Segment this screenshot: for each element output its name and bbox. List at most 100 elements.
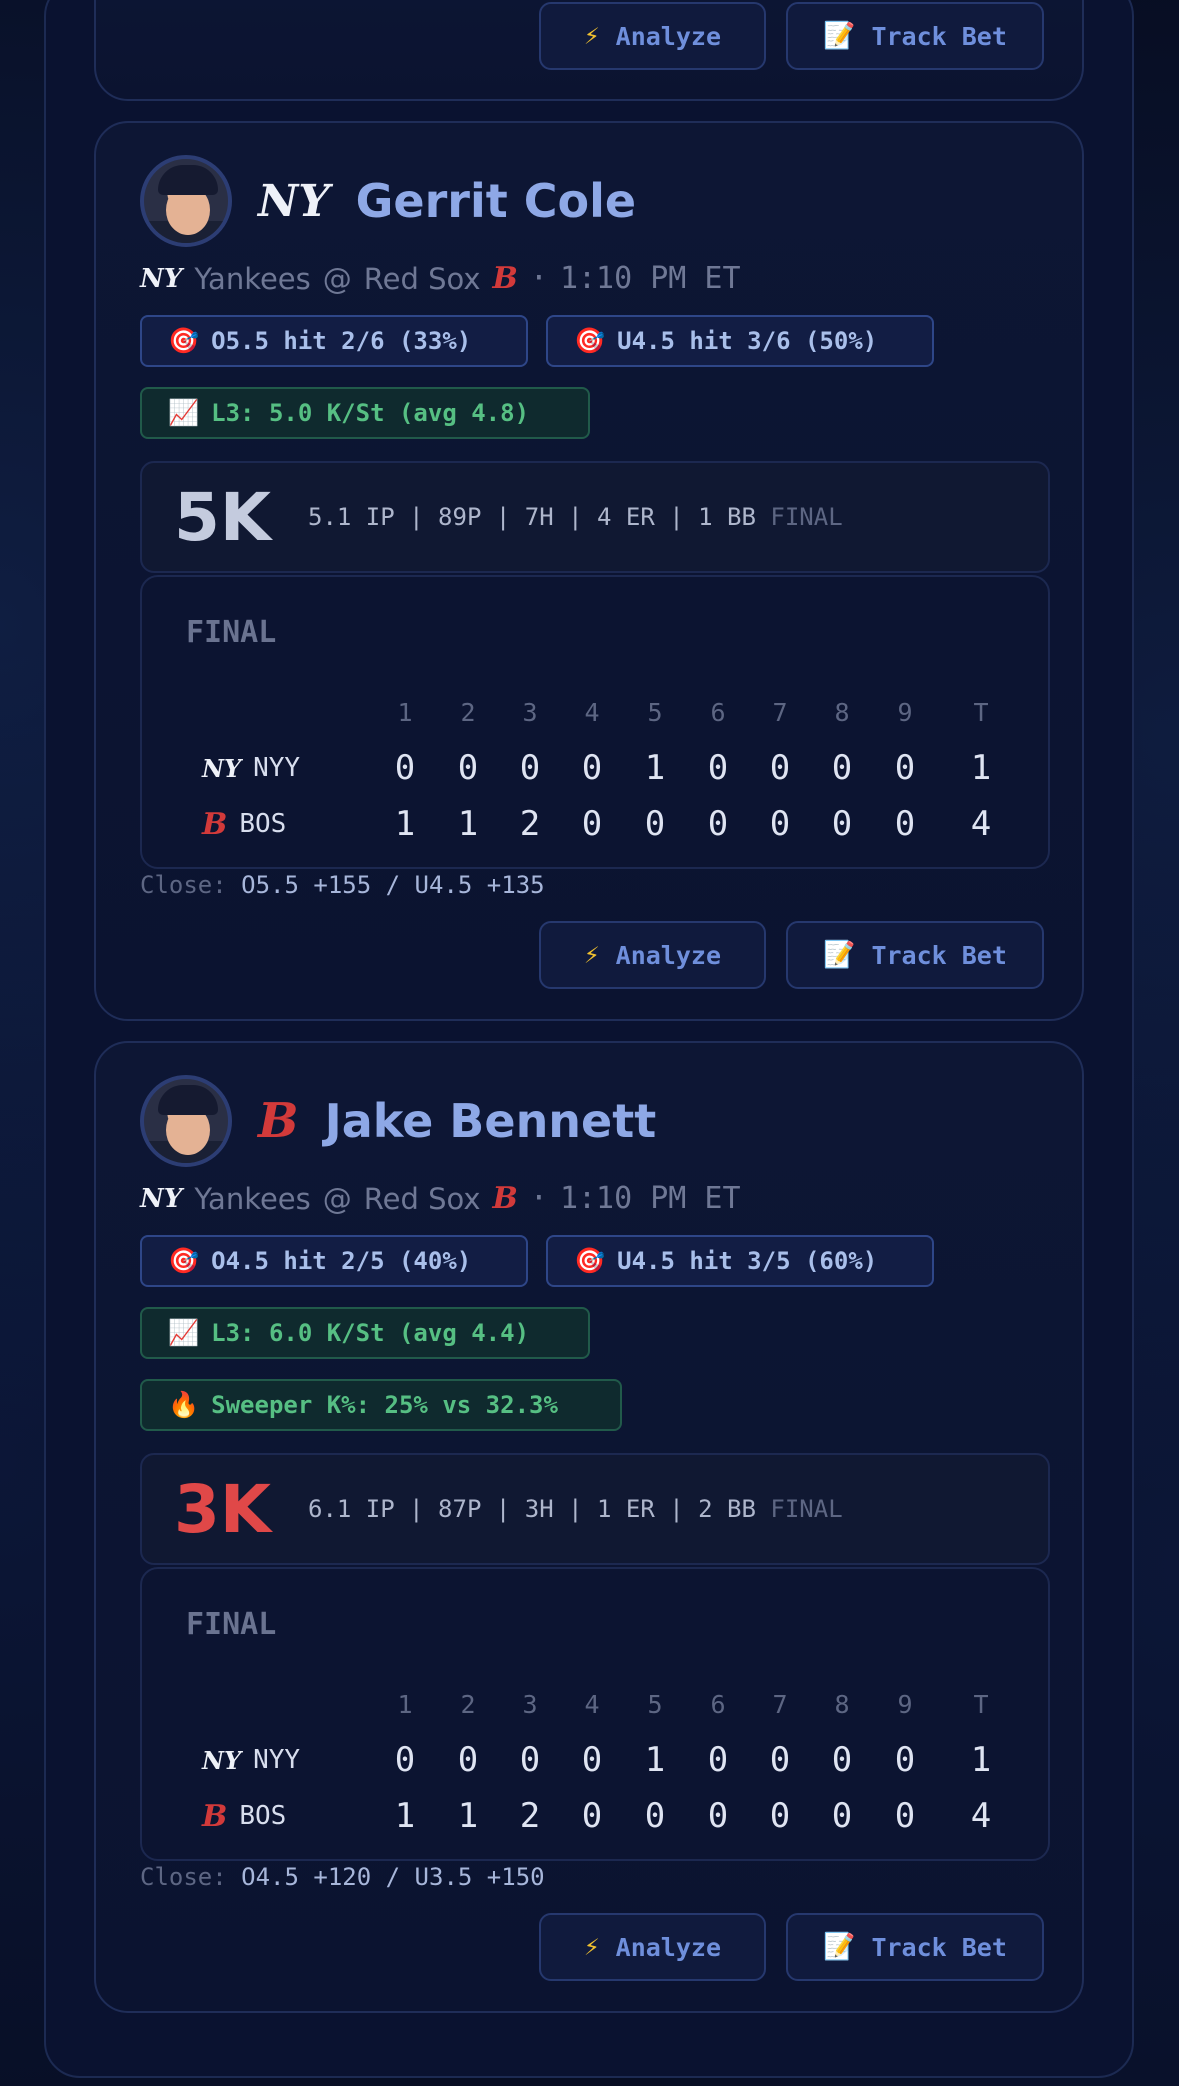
inning-runs: 0 — [831, 748, 853, 788]
total-runs: 4 — [970, 1796, 992, 1836]
total-runs: 1 — [970, 748, 992, 788]
total-runs: 1 — [970, 1740, 992, 1780]
team-label: NY NYY — [202, 1735, 300, 1785]
inning-runs: 0 — [831, 1796, 853, 1836]
total-runs: 4 — [970, 804, 992, 844]
inning-runs: 0 — [707, 1796, 729, 1836]
yankees-logo-icon: NY — [202, 753, 242, 783]
matchup-line: NY Yankees @ Red Sox B · 1:10 PM ET — [140, 1181, 741, 1216]
inning-runs: 0 — [519, 1740, 541, 1780]
analyze-button[interactable]: ⚡ Analyze — [539, 1913, 766, 1981]
home-team-row: B BOS 1 1 2 0 0 0 0 0 0 4 — [142, 799, 1048, 849]
home-team-row: B BOS 1 1 2 0 0 0 0 0 0 4 — [142, 1791, 1048, 1841]
inning-runs: 0 — [457, 748, 479, 788]
inning-label: T — [973, 1689, 989, 1719]
analyze-button[interactable]: ⚡ Analyze — [539, 921, 766, 989]
memo-icon: 📝 — [823, 940, 856, 970]
inning-runs: 2 — [519, 1796, 541, 1836]
inning-label: 9 — [897, 1689, 913, 1719]
track-bet-button[interactable]: 📝 Track Bet — [786, 921, 1044, 989]
inning-label: T — [973, 697, 989, 727]
red-sox-logo-icon: B — [202, 1798, 228, 1834]
inning-runs: 0 — [457, 1740, 479, 1780]
fire-icon: 🔥 — [168, 1390, 200, 1419]
memo-icon: 📝 — [823, 21, 856, 51]
away-team-row: NY NYY 0 0 0 0 1 0 0 0 0 1 — [142, 1735, 1048, 1785]
inning-runs: 0 — [707, 748, 729, 788]
target-icon: 🎯 — [574, 326, 606, 355]
yankees-logo-icon: NY — [202, 1745, 242, 1775]
inning-runs: 0 — [581, 1796, 603, 1836]
matchup-line: NY Yankees @ Red Sox B · 1:10 PM ET — [140, 261, 741, 296]
inning-runs: 0 — [707, 1740, 729, 1780]
closing-odds: Close: O5.5 +155 / U4.5 +135 — [140, 871, 545, 899]
inning-label: 8 — [834, 1689, 850, 1719]
inning-runs: 1 — [457, 1796, 479, 1836]
card-header: NY Gerrit Cole — [140, 155, 636, 247]
inning-runs: 0 — [394, 1740, 416, 1780]
team-label: NY NYY — [202, 743, 300, 793]
over-hit-rate-badge: 🎯 O4.5 hit 2/5 (40%) — [140, 1235, 528, 1287]
inning-label: 3 — [522, 697, 538, 727]
inning-label: 7 — [772, 1689, 788, 1719]
yankees-logo-icon: NY — [258, 175, 330, 227]
last3-badge: 📈 L3: 5.0 K/St (avg 4.8) — [140, 387, 590, 439]
strikeout-total: 3K — [174, 1470, 272, 1548]
over-hit-rate-badge: 🎯 O5.5 hit 2/6 (33%) — [140, 315, 528, 367]
inning-label: 1 — [397, 697, 413, 727]
box-score: FINAL 1 2 3 4 5 6 7 8 9 T NY NYY 0 0 0 0 1 0 0 0 0 1 B BOS 1 1 2 0 0… — [140, 575, 1050, 869]
stat-line: 5.1 IP | 89P | 7H | 4 ER | 1 BB — [308, 503, 756, 531]
avatar — [140, 155, 232, 247]
player-name[interactable]: Gerrit Cole — [356, 174, 636, 228]
player-name[interactable]: Jake Bennett — [325, 1094, 657, 1148]
inning-label: 4 — [584, 697, 600, 727]
inning-runs: 0 — [831, 804, 853, 844]
target-icon: 🎯 — [168, 1246, 200, 1275]
lightning-icon: ⚡ — [583, 1932, 600, 1962]
team-abbr: BOS — [239, 1801, 287, 1831]
inning-runs: 0 — [831, 1740, 853, 1780]
stat-line: 6.1 IP | 87P | 3H | 1 ER | 2 BB — [308, 1495, 756, 1523]
inning-label: 2 — [460, 697, 476, 727]
inning-runs: 0 — [769, 804, 791, 844]
inning-runs: 0 — [644, 1796, 666, 1836]
inning-label: 2 — [460, 1689, 476, 1719]
inning-runs: 0 — [581, 748, 603, 788]
inning-runs: 0 — [394, 748, 416, 788]
red-sox-logo-icon: B — [202, 806, 228, 842]
inning-label: 6 — [710, 697, 726, 727]
inning-header-row: 1 2 3 4 5 6 7 8 9 T — [142, 1679, 1048, 1729]
lightning-icon: ⚡ — [583, 21, 600, 51]
red-sox-logo-icon: B — [492, 261, 518, 296]
inning-runs: 0 — [894, 1796, 916, 1836]
inning-label: 4 — [584, 1689, 600, 1719]
track-bet-button[interactable]: 📝 Track Bet — [786, 1913, 1044, 1981]
inning-label: 5 — [647, 697, 663, 727]
lightning-icon: ⚡ — [583, 940, 600, 970]
pitching-line: 3K 6.1 IP | 87P | 3H | 1 ER | 2 BB FINAL — [140, 1453, 1050, 1565]
team-abbr: NYY — [253, 1745, 301, 1775]
action-buttons: ⚡ Analyze 📝 Track Bet — [539, 921, 1044, 989]
inning-runs: 1 — [644, 1740, 666, 1780]
team-label: B BOS — [202, 1791, 286, 1841]
inning-runs: 1 — [457, 804, 479, 844]
action-buttons: ⚡ Analyze 📝 Track Bet — [539, 1913, 1044, 1981]
inning-label: 5 — [647, 1689, 663, 1719]
strikeout-total: 5K — [174, 478, 272, 556]
inning-runs: 0 — [769, 748, 791, 788]
inning-label: 3 — [522, 1689, 538, 1719]
inning-runs: 0 — [894, 1740, 916, 1780]
target-icon: 🎯 — [574, 1246, 606, 1275]
under-hit-rate-badge: 🎯 U4.5 hit 3/6 (50%) — [546, 315, 934, 367]
team-label: B BOS — [202, 799, 286, 849]
inning-runs: 0 — [707, 804, 729, 844]
avatar — [140, 1075, 232, 1167]
track-bet-button[interactable]: 📝 Track Bet — [786, 2, 1044, 70]
game-status: FINAL — [770, 1495, 843, 1523]
pitcher-card: B Jake Bennett NY Yankees @ Red Sox B · … — [94, 1041, 1084, 2013]
inning-label: 6 — [710, 1689, 726, 1719]
card-header: B Jake Bennett — [140, 1075, 656, 1167]
analyze-button[interactable]: ⚡ Analyze — [539, 2, 766, 70]
game-status: FINAL — [770, 503, 843, 531]
pitcher-card: NY Gerrit Cole NY Yankees @ Red Sox B · … — [94, 121, 1084, 1021]
